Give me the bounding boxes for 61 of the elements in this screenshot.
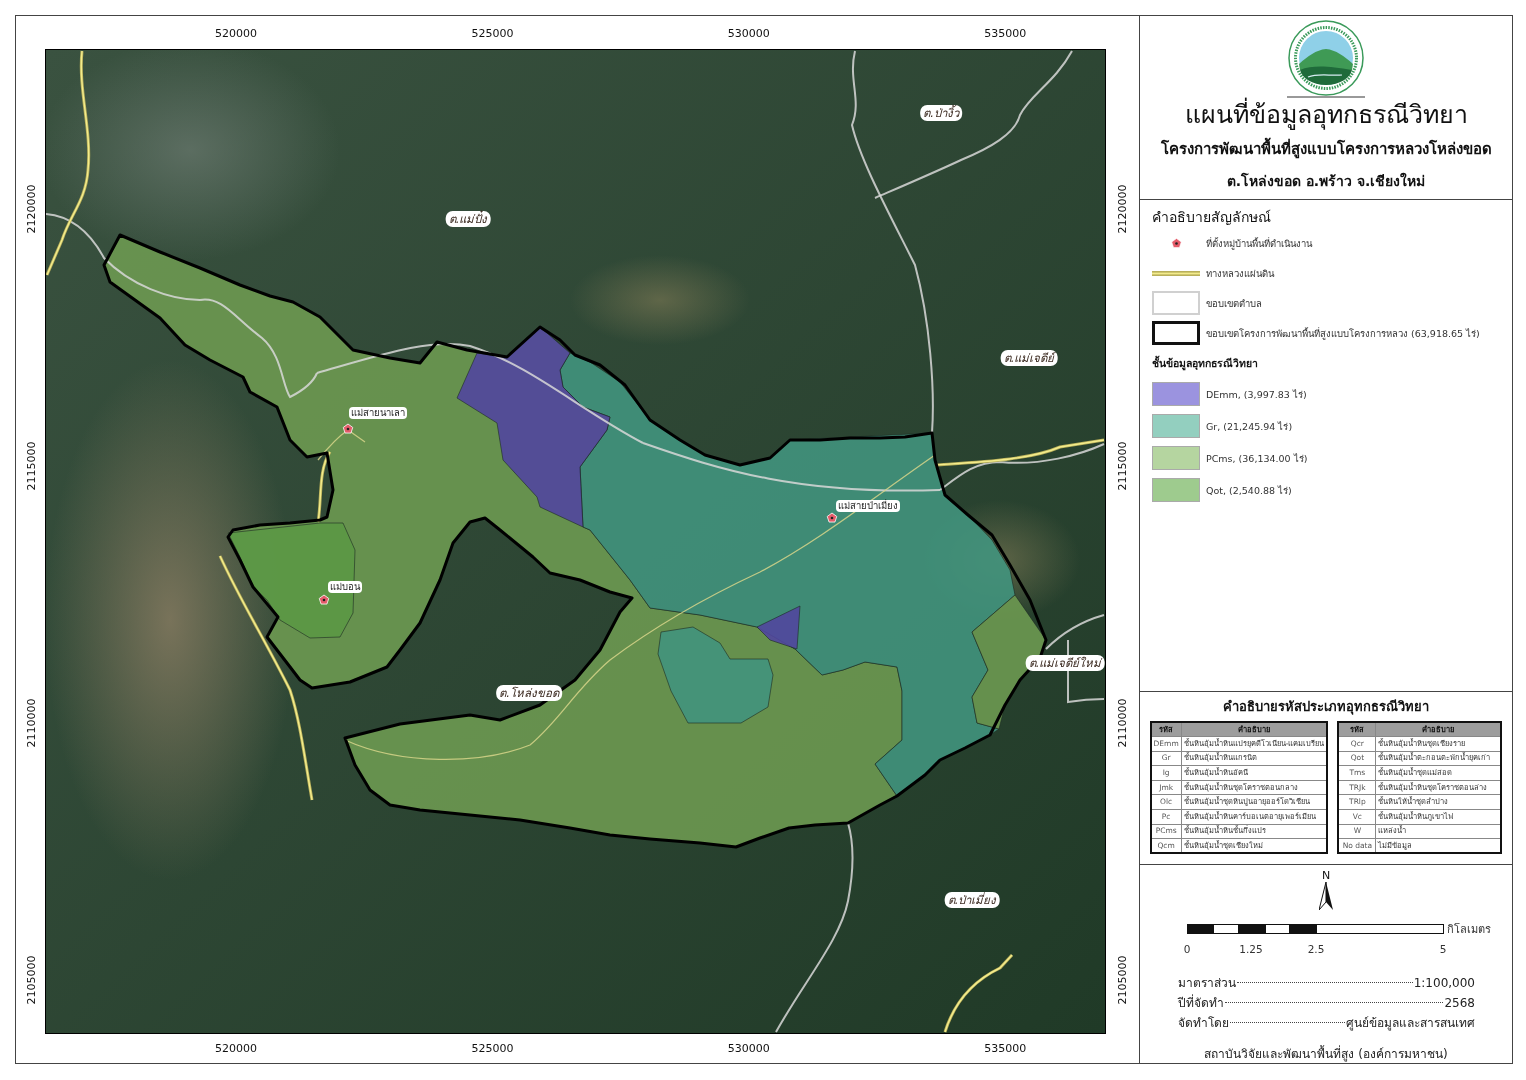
village-marker-icon (826, 512, 838, 523)
coordinate-label: 535000 (984, 26, 1027, 40)
legend-label: PCms, (36,134.00 ไร่) (1206, 451, 1308, 466)
info-label: มาตราส่วน (1178, 975, 1236, 992)
info-value: 1:100,000 (1413, 975, 1475, 992)
coordinate-label: 2120000 (24, 184, 38, 234)
legend-label: Gr, (21,245.94 ไร่) (1206, 419, 1293, 434)
info-label: จัดทำโดย (1178, 1015, 1229, 1032)
scale-label: 0 (1183, 942, 1191, 957)
subdistrict-label: ต.แม่เจดีย์ใหม่ (1025, 655, 1105, 671)
map-location: ต.โหล่งขอด อ.พร้าว จ.เชียงใหม่ (1226, 171, 1426, 191)
coordinate-label: 2110000 (1115, 698, 1129, 748)
coordinate-label: 530000 (727, 1041, 770, 1055)
highway-line-icon (1152, 270, 1200, 276)
scale-label: 2.5 (1307, 942, 1325, 957)
village-label: แม่สายนาเลา (349, 407, 407, 419)
village-marker-icon (318, 594, 330, 605)
info-label: ปีที่จัดทำ (1178, 993, 1224, 1012)
subdistrict-label: ต.ป่าเมี่ยง (944, 892, 1000, 908)
subdistrict-boundary-icon (1152, 291, 1200, 315)
subdistrict-label: ต.แม่เจดีย์ (1000, 350, 1058, 366)
coordinate-label: 2110000 (24, 698, 38, 748)
info-value: ศูนย์ข้อมูลและสารสนเทศ (1346, 1015, 1475, 1033)
legend-label: DEmm, (3,997.83 ไร่) (1206, 387, 1307, 402)
organization-name: สถาบันวิจัยและพัฒนาพื้นที่สูง (องค์การมหาชน) (1203, 1045, 1449, 1063)
coordinate-label: 525000 (471, 1041, 514, 1055)
subdistrict-label: ต.โหล่งขอด (496, 685, 562, 701)
mountain-logo-icon (1288, 20, 1364, 96)
coordinate-label: 530000 (727, 26, 770, 40)
scale-unit-label: กิโลเมตร (1447, 922, 1491, 938)
project-boundary-icon (1152, 321, 1200, 345)
north-arrow-icon (1319, 882, 1333, 910)
info-value: 2568 (1444, 995, 1475, 1012)
north-label: N (1321, 869, 1331, 882)
legend-section-title: ชั้นข้อมูลอุทกธรณีวิทยา (1152, 354, 1259, 373)
legend-label: ที่ตั้งหมู่บ้านพื้นที่ดำเนินงาน (1206, 236, 1312, 251)
village-marker-icon (1170, 237, 1182, 249)
coordinate-label: 525000 (471, 26, 514, 40)
code-table-title: คำอธิบายรหัสประเภทอุทกธรณีวิทยา (1223, 698, 1429, 717)
village-marker-icon (342, 423, 354, 434)
coordinate-label: 535000 (984, 1041, 1027, 1055)
legend-label: ทางหลวงแผ่นดิน (1206, 266, 1274, 281)
legend-title: คำอธิบายสัญลักษณ์ (1152, 208, 1272, 227)
legend-label: Qot, (2,540.88 ไร่) (1206, 483, 1292, 498)
coordinate-label: 2105000 (1115, 955, 1129, 1005)
coordinate-label: 2115000 (24, 441, 38, 491)
map-subtitle: โครงการพัฒนาพื้นที่สูงแบบโครงการหลวงโหล่งขอด (1160, 132, 1492, 166)
legend-label: ขอบเขตโครงการพัฒนาพื้นที่สูงแบบโครงการหลวง (63,918.65 ไร่) (1206, 326, 1480, 341)
legend-label: ขอบเขตตำบล (1206, 296, 1262, 311)
subdistrict-label: ต.ป่างิ้ว (920, 105, 962, 121)
village-label: แม่บอน (328, 581, 362, 593)
coordinate-label: 2105000 (24, 955, 38, 1005)
coordinate-label: 520000 (215, 1041, 257, 1055)
scale-label: 5 (1439, 942, 1447, 957)
village-label: แม่สายป่าเมี่ยง (836, 500, 900, 512)
subdistrict-label: ต.แม่ปั๋ง (445, 211, 491, 227)
coordinate-label: 2115000 (1115, 441, 1129, 491)
coordinate-label: 520000 (215, 26, 257, 40)
scale-label: 1.25 (1239, 942, 1263, 957)
coordinate-label: 2120000 (1115, 184, 1129, 234)
map-title: แผนที่ข้อมูลอุทกธรณีวิทยา (1184, 98, 1468, 132)
